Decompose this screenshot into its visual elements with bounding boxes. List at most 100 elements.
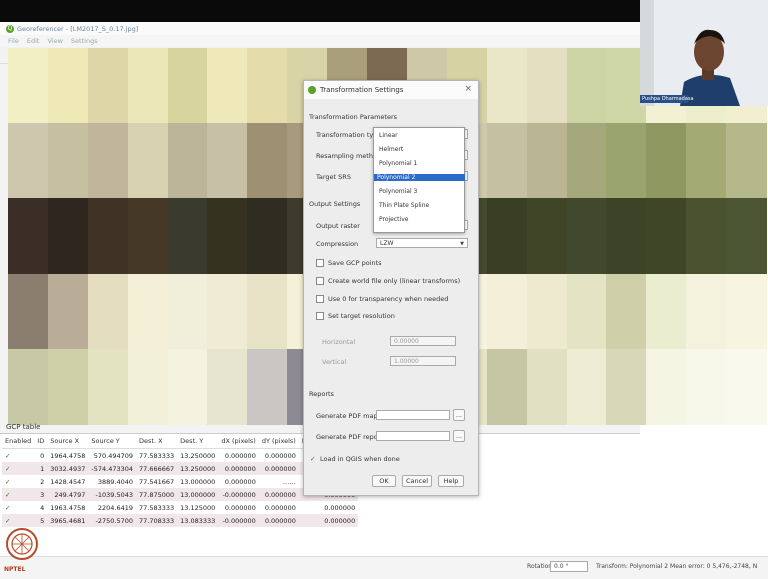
raster-pixel-block [127,123,169,200]
pdf-map-field[interactable] [376,410,450,420]
window-title: Georeferencer - [LM2017_S_0.17.jpg] [17,24,139,33]
menu-edit[interactable]: Edit [27,37,40,45]
raster-pixel-block [207,198,249,275]
presenter-video [640,0,768,106]
enabled-check-icon[interactable]: ✓ [2,475,34,488]
ok-button[interactable]: OK [372,475,396,487]
nptel-wheel-icon [11,533,33,555]
menu-settings[interactable]: Settings [71,37,98,45]
raster-pixel-block [247,48,289,125]
raster-pixel-block [127,273,169,350]
column-header[interactable]: dY (pixels) [258,434,299,449]
enabled-check-icon[interactable]: ✓ [2,462,35,475]
resampling-method-label: Resampling method [316,152,382,160]
table-cell: 0.000000 [298,514,359,527]
raster-pixel-block [606,273,648,350]
enabled-check-icon[interactable]: ✓ [2,514,35,527]
raster-pixel-block [486,348,528,425]
pdf-map-browse-button[interactable]: ... [453,409,465,421]
table-cell: 3965.4681 [47,514,89,527]
enabled-check-icon[interactable]: ✓ [2,501,34,514]
table-cell: 0.000000 [224,477,256,486]
table-cell: 77.666667 [136,462,178,475]
raster-pixel-block [47,123,89,200]
use-zero-checkbox[interactable] [316,295,324,303]
raster-pixel-block [87,123,129,200]
dialog-title: Transformation Settings [320,86,404,94]
raster-pixel-block [8,348,49,425]
column-header[interactable]: Enabled [2,434,35,449]
table-cell: -2750.5700 [88,514,137,527]
table-cell: 13.125000 [180,503,216,512]
raster-pixel-block [606,348,648,425]
cancel-button[interactable]: Cancel [402,475,432,487]
rotation-field[interactable]: 0.0 ° [550,561,588,572]
column-header[interactable]: dX (pixels) [218,434,259,449]
compression-select[interactable]: LZW ▼ [376,238,468,248]
target-resolution-checkbox[interactable] [316,312,324,320]
save-gcp-checkbox[interactable] [316,259,324,267]
vertical-spinbox[interactable]: 1.00000 [390,356,456,366]
table-cell: -574.473304 [88,462,137,475]
raster-pixel-block [726,348,767,425]
raster-pixel-block [87,273,129,350]
menu-view[interactable]: View [47,37,62,45]
section-transformation-parameters: Transformation Parameters [309,113,398,121]
column-header[interactable]: Dest. Y [177,434,219,449]
dropdown-option[interactable]: Helmert [376,146,403,153]
enabled-check-icon[interactable]: ✓ [2,449,34,463]
table-cell: 2204.6419 [97,503,134,512]
section-output-settings: Output Settings [309,200,361,208]
transform-info: Transform: Polynomial 2 Mean error: 0 5,… [596,563,758,570]
menu-file[interactable]: File [8,37,19,45]
close-icon[interactable]: × [464,84,472,94]
table-cell: -0.000000 [218,514,259,527]
column-header[interactable]: Source Y [88,434,137,449]
compression-value: LZW [380,240,394,247]
table-cell: 0 [40,451,45,460]
help-button[interactable]: Help [438,475,464,487]
raster-pixel-block [127,348,169,425]
raster-pixel-block [8,198,49,275]
pdf-report-browse-button[interactable]: ... [453,430,465,442]
raster-pixel-block [47,48,89,125]
table-cell: 13.250000 [180,451,216,460]
transformation-type-label: Transformation type [316,131,382,139]
target-srs-label: Target SRS [316,173,351,181]
enabled-check-icon[interactable]: ✓ [2,488,35,501]
table-cell: 0.000000 [264,451,296,460]
table-cell: 2 [40,477,45,486]
dropdown-option[interactable]: Linear [376,132,398,139]
pdf-report-field[interactable] [376,431,450,441]
raster-pixel-block [127,198,169,275]
horizontal-label: Horizontal [322,338,356,346]
raster-pixel-block [686,348,728,425]
table-cell: 13.000000 [180,477,216,486]
world-file-checkbox[interactable] [316,277,324,285]
raster-pixel-block [566,273,608,350]
dropdown-option[interactable]: Thin Plate Spline [376,202,429,209]
horizontal-spinbox[interactable]: 0.00000 [390,336,456,346]
table-cell: 77.583333 [139,503,175,512]
world-file-label: Create world file only (linear transform… [328,277,461,285]
dropdown-option[interactable]: Polynomial 2 [374,174,465,181]
table-row[interactable]: ✓ 5 3965.4681 -2750.5700 77.708333 13.083333-… [2,514,359,527]
transformation-type-dropdown-list[interactable]: Linear Helmert Polynomial 1 Polynomial 2 Pol… [373,127,465,233]
raster-pixel-block [566,198,608,275]
raster-pixel-block [47,273,89,350]
raster-pixel-block [486,198,528,275]
raster-pixel-block [606,198,648,275]
table-cell: 0.000000 [264,503,296,512]
dropdown-option[interactable]: Polynomial 3 [376,188,417,195]
column-header[interactable]: Dest. X [136,434,178,449]
target-resolution-label: Set target resolution [328,312,395,320]
load-qgis-check-icon[interactable]: ✓ [310,455,315,463]
column-header[interactable]: ID [34,434,48,449]
pdf-report-label: Generate PDF report [316,433,384,441]
dropdown-option[interactable]: Projective [376,216,408,223]
column-header[interactable]: Source X [47,434,89,449]
dropdown-option[interactable]: Polynomial 1 [376,160,417,167]
table-row[interactable]: ✓ 4 1963.4758 2204.6419 77.583333 13.125000 0.… [2,501,358,514]
table-cell: 0.000000 [218,462,259,475]
raster-pixel-block [207,48,249,125]
